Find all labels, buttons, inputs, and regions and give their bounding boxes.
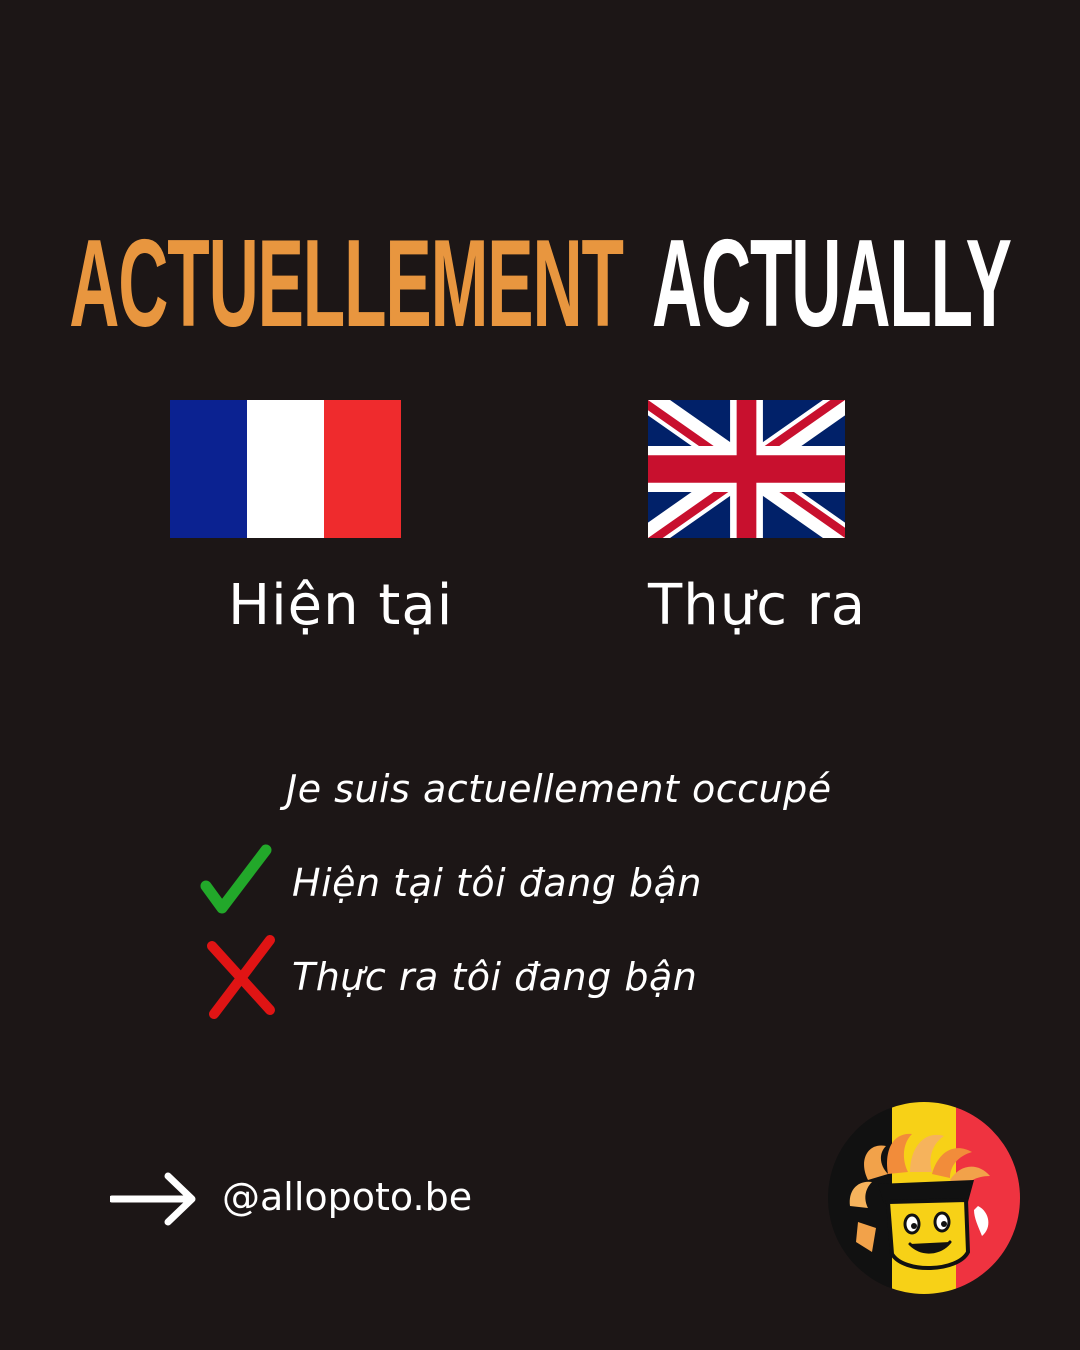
english-title: ACTUALLY [651, 215, 1012, 353]
belgian-character-logo [828, 1102, 1020, 1294]
french-example-sentence: Je suis actuellement occupé [286, 767, 832, 811]
arrow-right-icon [110, 1172, 196, 1226]
france-flag-icon [170, 400, 401, 538]
social-handle[interactable]: @allopoto.be [222, 1178, 472, 1216]
wrong-translation: Thực ra tôi đang bận [292, 955, 698, 999]
check-icon [200, 844, 272, 914]
title-row: ACTUELLEMENT ACTUALLY [69, 222, 1012, 346]
french-title: ACTUELLEMENT [69, 215, 624, 353]
english-meaning-label: Thực ra [648, 573, 867, 638]
correct-translation: Hiện tại tôi đang bận [292, 861, 702, 905]
french-meaning-label: Hiện tại [228, 573, 454, 638]
cross-icon [207, 935, 275, 1019]
uk-flag-icon [648, 400, 845, 538]
